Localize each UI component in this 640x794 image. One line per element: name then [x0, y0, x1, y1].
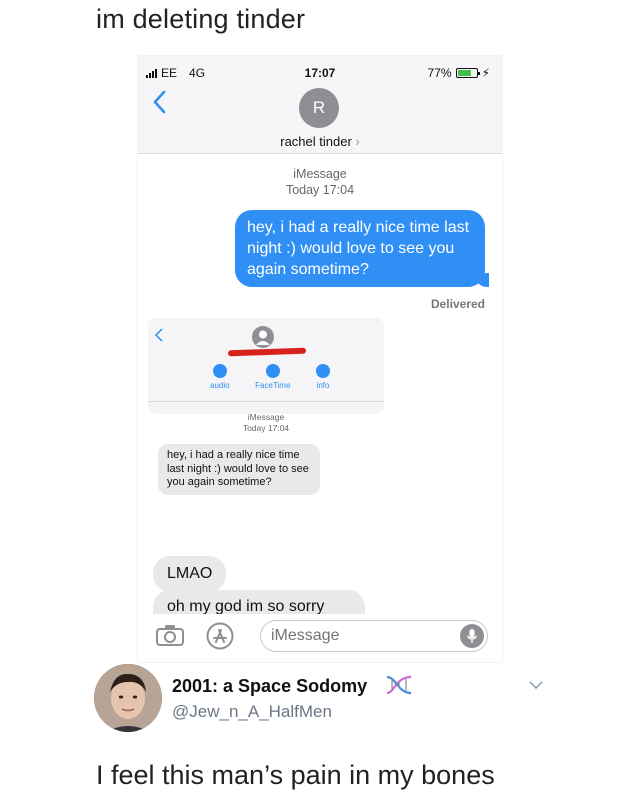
- contact-actions: audio FaceTime info: [210, 364, 330, 390]
- chevron-down-icon[interactable]: [528, 680, 544, 690]
- contact-chevron-icon: ›: [355, 134, 360, 149]
- microphone-icon[interactable]: [460, 624, 484, 648]
- battery-status: 77% ⚡: [428, 66, 490, 80]
- contact-avatar[interactable]: R: [299, 88, 339, 128]
- sent-message-bubble[interactable]: hey, i had a really nice time last night…: [235, 210, 489, 287]
- info-label: info: [316, 381, 330, 390]
- dna-icon: [386, 675, 412, 695]
- contact-name-label: rachel tinder: [280, 134, 352, 149]
- conversation-header: EE 4G 17:07 77% ⚡ R rachel tinder ›: [138, 56, 502, 154]
- battery-percent: 77%: [427, 66, 452, 80]
- phone-icon: [212, 364, 227, 378]
- inner-contact-avatar: [252, 326, 274, 348]
- tweet-text: I feel this man’s pain in my bones: [96, 760, 495, 790]
- redaction-mark: [227, 347, 307, 357]
- tweet-handle[interactable]: @Jew_n_A_HalfMen: [172, 702, 332, 722]
- phone-screenshot: EE 4G 17:07 77% ⚡ R rachel tinder › iMes…: [138, 56, 502, 662]
- message-input[interactable]: [260, 620, 488, 652]
- status-bar: EE 4G 17:07 77% ⚡: [138, 56, 502, 80]
- mic-glyph-icon: [466, 629, 478, 643]
- inner-divider: [148, 401, 384, 402]
- contact-name[interactable]: rachel tinder ›: [138, 134, 502, 149]
- info-icon: [316, 364, 330, 378]
- message-input-bar: [138, 614, 502, 662]
- tweet-display-name[interactable]: 2001: a Space Sodomy: [172, 676, 367, 697]
- post-caption: im deleting tinder: [96, 4, 306, 34]
- delivered-status: Delivered: [430, 297, 485, 311]
- battery-icon: [455, 68, 480, 78]
- thread-timestamp: Today 17:04: [285, 183, 355, 197]
- video-icon: [265, 364, 280, 378]
- app-store-icon[interactable]: [206, 622, 234, 650]
- inner-service-label: iMessage: [247, 412, 285, 422]
- profile-photo: [94, 664, 162, 732]
- inner-thread-meta: iMessage Today 17:04: [148, 412, 384, 434]
- embedded-screenshot: audio FaceTime info: [148, 318, 384, 414]
- received-message-bubble[interactable]: oh my god im so sorry: [153, 590, 365, 616]
- camera-icon[interactable]: [156, 624, 184, 646]
- inner-received-bubble: hey, i had a really nice time last night…: [158, 444, 320, 495]
- person-icon: [256, 330, 270, 345]
- thread-meta: iMessage Today 17:04: [138, 166, 502, 198]
- tweet-author-avatar[interactable]: [94, 664, 162, 732]
- inner-back-chevron-icon: [154, 328, 163, 342]
- charging-icon: ⚡: [481, 66, 490, 80]
- back-chevron-icon[interactable]: [152, 90, 168, 114]
- service-label: iMessage: [293, 167, 347, 181]
- inner-timestamp: Today 17:04: [242, 423, 290, 433]
- facetime-action: FaceTime: [255, 364, 290, 390]
- facetime-label: FaceTime: [255, 381, 291, 390]
- audio-action: audio: [210, 364, 230, 390]
- received-message-bubble[interactable]: LMAO: [153, 556, 227, 592]
- audio-label: audio: [210, 381, 230, 390]
- info-action: info: [316, 364, 330, 390]
